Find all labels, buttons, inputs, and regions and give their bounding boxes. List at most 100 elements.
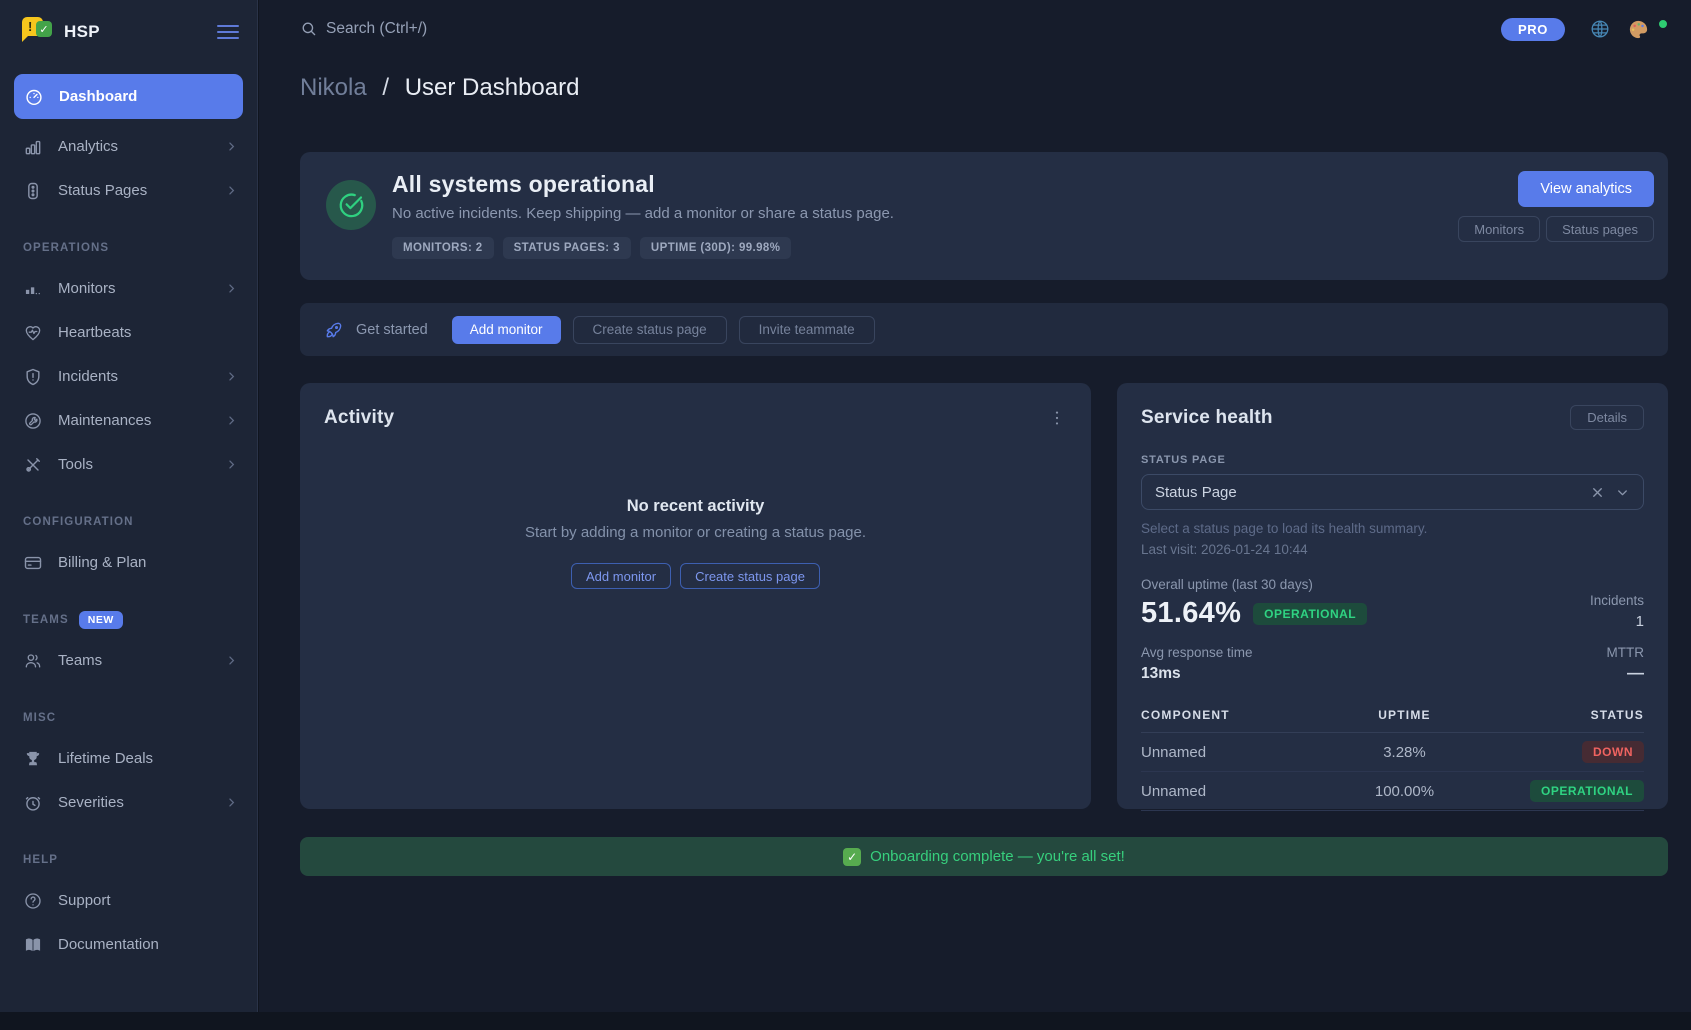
status-page-select[interactable]: Status Page — [1141, 474, 1644, 510]
create-status-page-button[interactable]: Create status page — [573, 316, 727, 344]
sidebar-item-maintenances[interactable]: Maintenances — [0, 399, 257, 442]
clear-x-icon[interactable] — [1590, 485, 1605, 500]
kebab-menu-icon[interactable] — [1047, 408, 1067, 428]
empty-add-monitor-button[interactable]: Add monitor — [571, 563, 671, 589]
search-icon — [300, 20, 318, 38]
onboarding-banner: ✓ Onboarding complete — you're all set! — [300, 837, 1668, 876]
sidebar-item-status-pages[interactable]: Status Pages — [0, 169, 257, 212]
chevron-right-icon — [224, 457, 239, 472]
onboarding-banner-text: Onboarding complete — you're all set! — [870, 848, 1125, 865]
credit-card-icon — [23, 553, 43, 573]
component-name: Unnamed — [1141, 783, 1325, 800]
invite-teammate-button[interactable]: Invite teammate — [739, 316, 875, 344]
status-chips: MONITORS: 2 STATUS PAGES: 3 UPTIME (30D)… — [392, 237, 894, 259]
sidebar-item-heartbeats[interactable]: Heartbeats — [0, 311, 257, 354]
last-visit: Last visit: 2026-01-24 10:44 — [1141, 542, 1644, 557]
breadcrumb-parent[interactable]: Nikola — [300, 74, 367, 101]
sidebar-item-monitors[interactable]: Monitors — [0, 267, 257, 310]
status-pages-count-chip: STATUS PAGES: 3 — [503, 237, 631, 259]
alarm-clock-icon — [23, 793, 43, 813]
table-row: Unnamed 100.00% OPERATIONAL — [1141, 772, 1644, 811]
uptime-stat: Overall uptime (last 30 days) 51.64% OPE… — [1141, 577, 1367, 630]
check-circle-icon — [326, 180, 376, 230]
chevron-right-icon — [224, 795, 239, 810]
get-started-bar: Get started Add monitor Create status pa… — [300, 303, 1668, 356]
sidebar-item-tools[interactable]: Tools — [0, 443, 257, 486]
sidebar-item-lifetime-deals[interactable]: Lifetime Deals — [0, 737, 257, 780]
empty-create-status-page-button[interactable]: Create status page — [680, 563, 820, 589]
status-pages-button[interactable]: Status pages — [1546, 216, 1654, 242]
brand-name: HSP — [64, 22, 217, 42]
system-status-card: All systems operational No active incide… — [300, 152, 1668, 280]
wrench-circle-icon — [23, 411, 43, 431]
uptime-value: 51.64% — [1141, 597, 1241, 630]
monitors-count-chip: MONITORS: 2 — [392, 237, 494, 259]
system-status-subtitle: No active incidents. Keep shipping — add… — [392, 205, 894, 222]
sidebar-section-teams: TEAMS NEW — [0, 602, 257, 638]
chevron-right-icon — [224, 653, 239, 668]
pro-badge[interactable]: PRO — [1501, 18, 1565, 41]
activity-empty-state: No recent activity Start by adding a mon… — [324, 497, 1067, 589]
status-page-field-label: STATUS PAGE — [1141, 454, 1644, 466]
sidebar-item-teams[interactable]: Teams — [0, 639, 257, 682]
chevron-right-icon — [224, 413, 239, 428]
brand: ! ✓ HSP — [0, 0, 257, 64]
component-header: COMPONENT — [1141, 708, 1325, 722]
incidents-stat: Incidents 1 — [1590, 593, 1644, 630]
sidebar-item-billing-plan[interactable]: Billing & Plan — [0, 541, 257, 584]
main-content: PRO Nikola / User Dashboard All systems … — [259, 0, 1691, 1012]
select-hint: Select a status page to load its health … — [1141, 521, 1644, 536]
details-button[interactable]: Details — [1570, 405, 1644, 430]
users-icon — [23, 651, 43, 671]
chevron-down-icon[interactable] — [1615, 485, 1630, 500]
incidents-label: Incidents — [1590, 593, 1644, 608]
hero-actions: View analytics Monitors Status pages — [1458, 171, 1654, 280]
monitors-button[interactable]: Monitors — [1458, 216, 1540, 242]
chevron-right-icon — [224, 139, 239, 154]
avg-response-value: 13ms — [1141, 665, 1253, 683]
sidebar-item-severities[interactable]: Severities — [0, 781, 257, 824]
service-health-title: Service health — [1141, 407, 1273, 429]
activity-card: Activity No recent activity Start by add… — [300, 383, 1091, 809]
chevron-right-icon — [224, 281, 239, 296]
book-icon — [23, 935, 43, 955]
new-badge: NEW — [79, 611, 123, 629]
search-input[interactable] — [326, 20, 646, 38]
component-name: Unnamed — [1141, 744, 1325, 761]
shield-exclamation-icon — [23, 367, 43, 387]
table-row: Unnamed 3.28% DOWN — [1141, 733, 1644, 772]
chevron-right-icon — [224, 369, 239, 384]
empty-state-subtitle: Start by adding a monitor or creating a … — [324, 524, 1067, 541]
service-health-card: Service health Details STATUS PAGE Statu… — [1117, 383, 1668, 809]
online-status-dot — [1657, 18, 1669, 30]
sidebar-item-incidents[interactable]: Incidents — [0, 355, 257, 398]
sidebar-section-misc: MISC — [0, 700, 257, 736]
sidebar-item-support[interactable]: Support — [0, 879, 257, 922]
status-badge: DOWN — [1582, 741, 1644, 763]
page-title: User Dashboard — [405, 74, 580, 101]
chevron-right-icon — [224, 183, 239, 198]
check-emoji-icon: ✓ — [843, 848, 861, 866]
heartbeat-icon — [23, 323, 43, 343]
sidebar-section-configuration: CONFIGURATION — [0, 504, 257, 540]
palette-icon[interactable] — [1627, 18, 1650, 41]
activity-title: Activity — [324, 407, 394, 429]
mttr-label: MTTR — [1607, 645, 1645, 660]
sidebar-item-dashboard[interactable]: Dashboard — [14, 74, 243, 119]
sidebar-item-analytics[interactable]: Analytics — [0, 125, 257, 168]
components-table-header: COMPONENT UPTIME STATUS — [1141, 700, 1644, 733]
app-root: ! ✓ HSP Dashboard Analytics Status Pages — [0, 0, 1691, 1030]
topbar-actions: PRO — [1501, 18, 1668, 41]
sidebar-section-help: HELP — [0, 842, 257, 878]
component-uptime: 3.28% — [1325, 744, 1485, 761]
components-table: COMPONENT UPTIME STATUS Unnamed 3.28% DO… — [1141, 700, 1644, 811]
status-page-select-value: Status Page — [1155, 484, 1590, 501]
hamburger-menu-icon[interactable] — [217, 25, 239, 39]
view-analytics-button[interactable]: View analytics — [1518, 171, 1654, 207]
sidebar-nav: Dashboard Analytics Status Pages OPERATI… — [0, 64, 257, 966]
add-monitor-button[interactable]: Add monitor — [452, 316, 561, 344]
sidebar-section-operations: OPERATIONS — [0, 230, 257, 266]
globe-icon[interactable] — [1589, 18, 1611, 40]
avg-response-label: Avg response time — [1141, 645, 1253, 660]
sidebar-item-documentation[interactable]: Documentation — [0, 923, 257, 966]
